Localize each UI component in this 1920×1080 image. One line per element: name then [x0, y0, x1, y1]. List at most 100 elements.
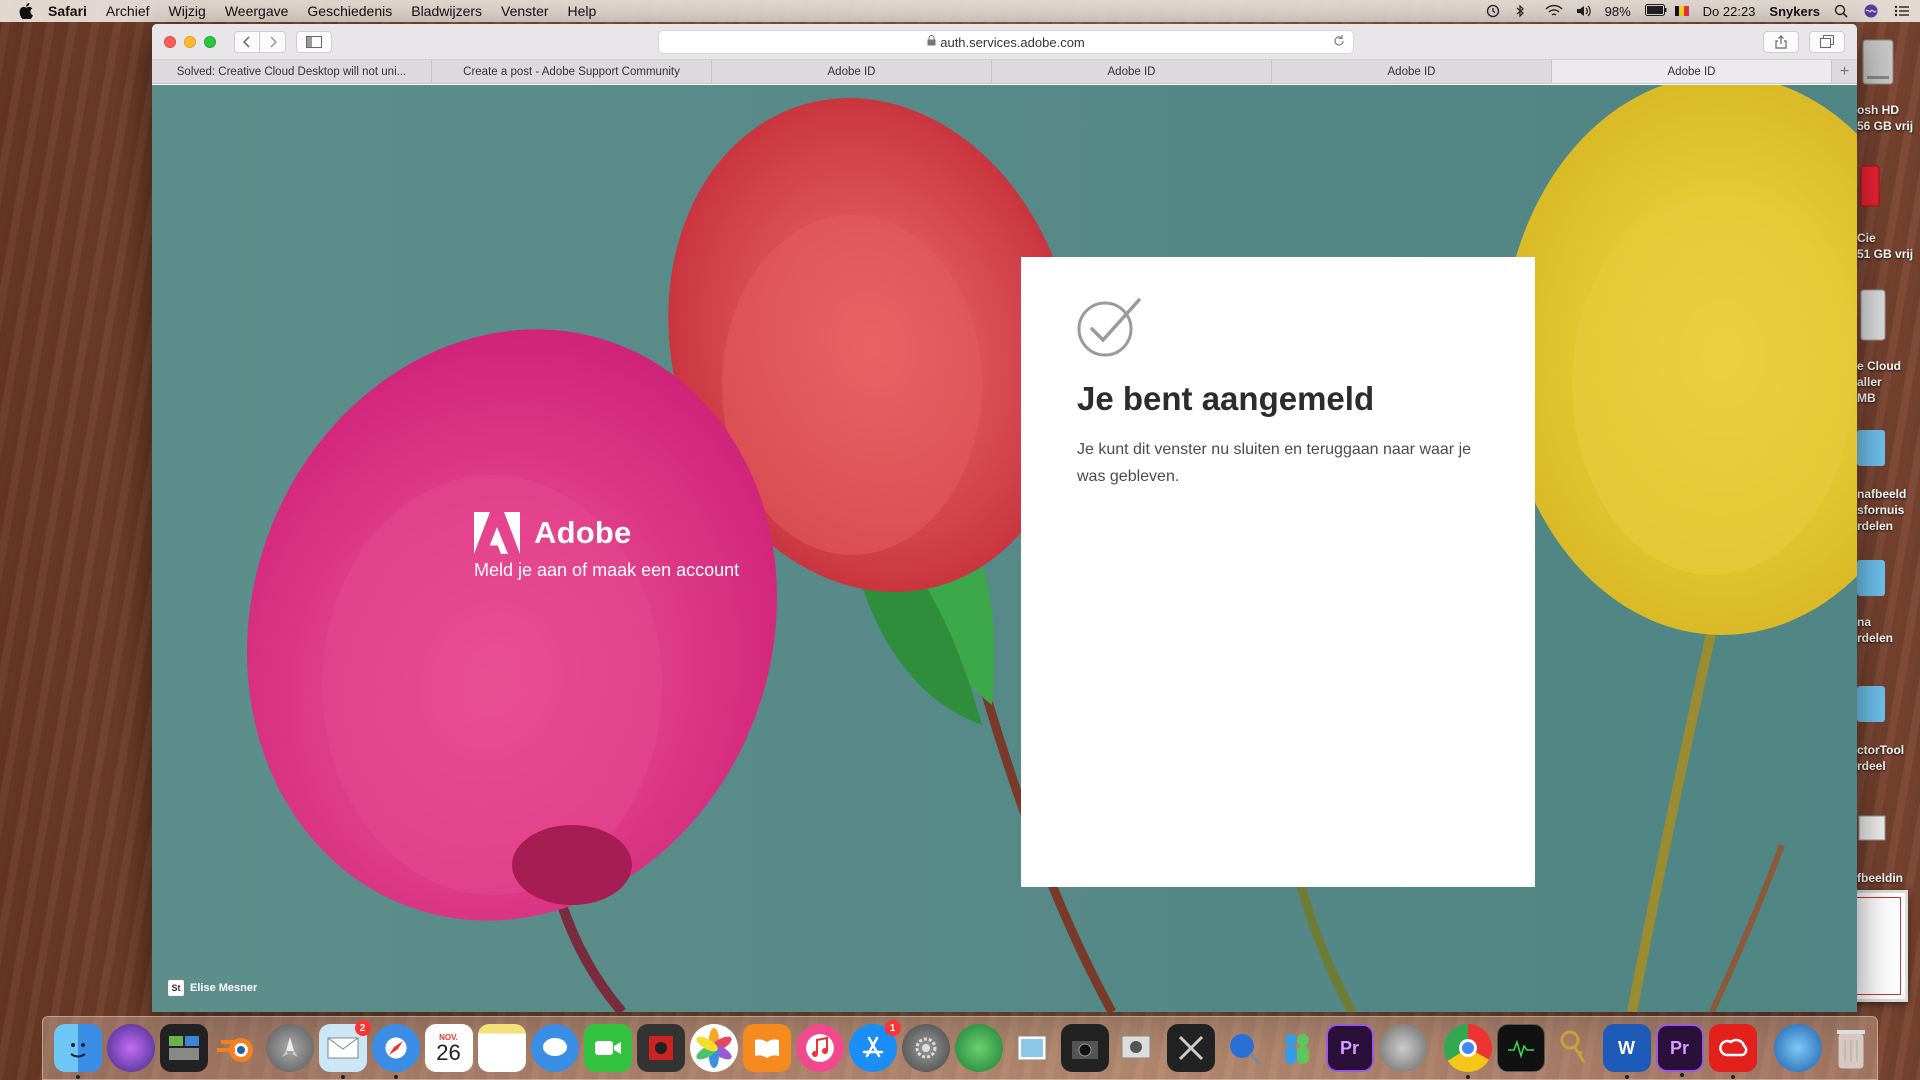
- app-store-icon[interactable]: 1: [848, 1020, 901, 1072]
- system-preferences-icon[interactable]: [901, 1024, 950, 1072]
- battery-icon[interactable]: [1644, 4, 1667, 18]
- photo-booth-icon[interactable]: [636, 1024, 685, 1072]
- disk-image-icon[interactable]: [1857, 286, 1887, 351]
- messages-icon[interactable]: [530, 1024, 579, 1072]
- notes-icon[interactable]: [477, 1024, 526, 1072]
- premiere-pro-icon[interactable]: Pr: [1325, 1024, 1374, 1072]
- preview-icon[interactable]: [1008, 1024, 1056, 1072]
- chrome-icon[interactable]: [1443, 1024, 1492, 1079]
- siri-icon[interactable]: [106, 1024, 155, 1072]
- drive-icon[interactable]: [1857, 160, 1887, 217]
- books-icon[interactable]: [742, 1024, 791, 1072]
- trash-icon[interactable]: [1827, 1024, 1875, 1072]
- itunes-icon[interactable]: [795, 1024, 844, 1072]
- apple-menu-icon[interactable]: [18, 3, 34, 19]
- menu-wijzig[interactable]: Wijzig: [169, 3, 206, 19]
- menu-extras: 98% Do 22:23 Snykers: [1485, 4, 1910, 19]
- keychain-access-icon[interactable]: [1550, 1024, 1598, 1072]
- back-button[interactable]: [234, 30, 260, 53]
- signed-in-card: Je bent aangemeld Je kunt dit venster nu…: [1021, 257, 1535, 887]
- launchpad-icon[interactable]: [265, 1024, 314, 1072]
- menu-geschiedenis[interactable]: Geschiedenis: [307, 3, 392, 19]
- adobe-stock-icon: St: [168, 980, 184, 996]
- facetime-icon[interactable]: [583, 1024, 632, 1072]
- network-globe-icon[interactable]: [954, 1024, 1003, 1072]
- mail-badge: 2: [354, 1020, 371, 1036]
- zoom-window-button[interactable]: [204, 35, 216, 48]
- share-button[interactable]: [1763, 31, 1799, 53]
- tab-adobe-id-3[interactable]: Adobe ID: [1272, 60, 1552, 83]
- disk-utility-icon[interactable]: [1378, 1024, 1427, 1072]
- minimize-window-button[interactable]: [184, 35, 196, 48]
- mail-icon[interactable]: 2: [318, 1020, 371, 1079]
- calendar-icon[interactable]: NOV. 26: [424, 1024, 473, 1072]
- bluetooth-icon[interactable]: [1515, 4, 1531, 18]
- show-all-tabs-button[interactable]: [1809, 31, 1845, 53]
- desktop-label-7[interactable]: fbeeldin: [1857, 870, 1903, 886]
- word-icon[interactable]: W: [1602, 1024, 1651, 1079]
- desktop-label-6[interactable]: ctorTool rdeel: [1857, 742, 1904, 774]
- menu-user[interactable]: Snykers: [1769, 4, 1820, 19]
- image-capture-icon[interactable]: [1060, 1024, 1109, 1072]
- adobe-logo-icon: [474, 512, 520, 554]
- folder-icon[interactable]: [1857, 426, 1887, 473]
- menu-archief[interactable]: Archief: [106, 3, 150, 19]
- tab-create-post[interactable]: Create a post - Adobe Support Community: [432, 60, 712, 83]
- lock-icon: [927, 35, 936, 49]
- checkmark-icon: [1077, 298, 1141, 357]
- battery-percent[interactable]: 98%: [1605, 4, 1631, 19]
- address-bar[interactable]: auth.services.adobe.com: [658, 30, 1354, 54]
- desktop-label-2[interactable]: Cie 51 GB vrij: [1857, 230, 1913, 262]
- safari-icon[interactable]: [371, 1024, 420, 1079]
- menu-safari[interactable]: Safari: [48, 3, 87, 19]
- finder-icon[interactable]: [53, 1024, 102, 1079]
- tab-adobe-id-2[interactable]: Adobe ID: [992, 60, 1272, 83]
- reload-icon[interactable]: [1333, 34, 1345, 51]
- screenshot-file-icon[interactable]: [1857, 814, 1887, 849]
- toolbar-right: [1763, 31, 1845, 53]
- wifi-icon[interactable]: [1545, 4, 1563, 18]
- new-tab-button[interactable]: +: [1832, 60, 1857, 83]
- desktop-label-5[interactable]: na rdelen: [1857, 614, 1893, 646]
- desktop-label-1[interactable]: osh HD 56 GB vrij: [1857, 102, 1913, 134]
- close-window-button[interactable]: [164, 35, 176, 48]
- mission-control-icon[interactable]: [159, 1024, 208, 1072]
- screenshot-app-icon[interactable]: [1114, 1024, 1162, 1072]
- network-utility-icon[interactable]: [1220, 1024, 1268, 1072]
- desktop-label-4[interactable]: nafbeeld sfornuis rdelen: [1857, 486, 1906, 534]
- activity-monitor-icon[interactable]: [1496, 1024, 1545, 1072]
- volume-icon[interactable]: [1575, 4, 1591, 18]
- hard-drive-icon[interactable]: [1857, 36, 1897, 93]
- desktop-label-3[interactable]: e Cloud aller MB: [1857, 358, 1901, 406]
- blender-icon[interactable]: [213, 1024, 261, 1072]
- brand-name: Adobe: [534, 515, 632, 550]
- menu-weergave[interactable]: Weergave: [225, 3, 289, 19]
- sidebar-icon: [306, 35, 322, 48]
- spotlight-search-icon[interactable]: [1834, 4, 1850, 18]
- brand-tagline: Meld je aan of maak een account: [474, 560, 740, 580]
- time-machine-icon[interactable]: [1485, 4, 1501, 18]
- messenger-people-icon[interactable]: [1273, 1024, 1321, 1072]
- menu-clock[interactable]: Do 22:23: [1703, 4, 1756, 19]
- creative-cloud-icon[interactable]: [1708, 1024, 1757, 1079]
- forward-button[interactable]: [260, 30, 286, 53]
- menu-bladwijzers[interactable]: Bladwijzers: [411, 3, 482, 19]
- chevron-right-icon: [269, 35, 277, 48]
- sidebar-toggle-button[interactable]: [296, 30, 332, 53]
- premiere-pro-running-icon[interactable]: Pr: [1655, 1024, 1704, 1077]
- folder-icon[interactable]: [1857, 682, 1887, 729]
- tab-adobe-id-1[interactable]: Adobe ID: [712, 60, 992, 83]
- folder-icon[interactable]: [1857, 556, 1887, 603]
- page-title: Je bent aangemeld: [1077, 380, 1375, 417]
- input-source-flag-icon[interactable]: [1674, 6, 1689, 16]
- menu-venster[interactable]: Venster: [501, 3, 548, 19]
- menu-bar: Safari Archief Wijzig Weergave Geschiede…: [0, 0, 1920, 22]
- tab-adobe-id-active[interactable]: Adobe ID: [1552, 60, 1832, 83]
- photo-editor-icon[interactable]: [1166, 1024, 1215, 1072]
- downloads-stack-icon[interactable]: [1773, 1024, 1822, 1072]
- navigation-buttons: [234, 30, 286, 53]
- photos-icon[interactable]: [689, 1024, 738, 1072]
- tab-creative-cloud-solved[interactable]: Solved: Creative Cloud Desktop will not …: [152, 60, 432, 83]
- menu-help[interactable]: Help: [568, 3, 597, 19]
- photo-credit[interactable]: St Elise Mesner: [168, 980, 257, 996]
